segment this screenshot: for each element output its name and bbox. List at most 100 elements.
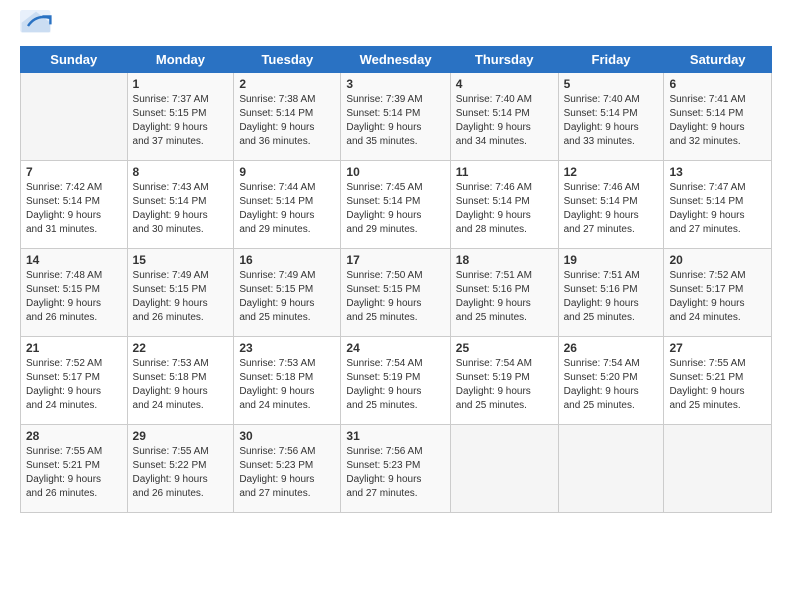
day-number: 25 (456, 341, 553, 355)
dow-header-wednesday: Wednesday (341, 47, 450, 73)
calendar-cell (21, 73, 128, 161)
calendar-week-3: 14Sunrise: 7:48 AMSunset: 5:15 PMDayligh… (21, 249, 772, 337)
page-container: SundayMondayTuesdayWednesdayThursdayFrid… (0, 0, 792, 523)
day-info: Sunrise: 7:38 AMSunset: 5:14 PMDaylight:… (239, 93, 335, 149)
calendar-cell: 31 Sunrise: 7:56 AMSunset: 5:23 PMDayligh… (341, 425, 450, 513)
day-info: Sunrise: 7:56 AMSunset: 5:23 PMDaylight:… (346, 445, 444, 501)
calendar-cell: 5 Sunrise: 7:40 AMSunset: 5:14 PMDaylight… (558, 73, 664, 161)
day-number: 12 (564, 165, 659, 179)
day-info: Sunrise: 7:40 AMSunset: 5:14 PMDaylight:… (456, 93, 553, 149)
day-info: Sunrise: 7:54 AMSunset: 5:19 PMDaylight:… (346, 357, 444, 413)
logo-icon (20, 10, 52, 38)
calendar-cell (664, 425, 772, 513)
calendar-cell: 4 Sunrise: 7:40 AMSunset: 5:14 PMDaylight… (450, 73, 558, 161)
calendar-week-2: 7Sunrise: 7:42 AMSunset: 5:14 PMDaylight… (21, 161, 772, 249)
day-number: 9 (239, 165, 335, 179)
calendar-cell: 12 Sunrise: 7:46 AMSunset: 5:14 PMDayligh… (558, 161, 664, 249)
day-info: Sunrise: 7:44 AMSunset: 5:14 PMDaylight:… (239, 181, 335, 237)
day-number: 11 (456, 165, 553, 179)
day-number: 6 (669, 77, 766, 91)
day-number: 5 (564, 77, 659, 91)
header (20, 10, 772, 38)
calendar-week-4: 21Sunrise: 7:52 AMSunset: 5:17 PMDayligh… (21, 337, 772, 425)
day-number: 4 (456, 77, 553, 91)
day-info: Sunrise: 7:41 AMSunset: 5:14 PMDaylight:… (669, 93, 766, 149)
day-number: 10 (346, 165, 444, 179)
calendar-cell (450, 425, 558, 513)
day-number: 18 (456, 253, 553, 267)
day-number: 22 (133, 341, 229, 355)
day-info: Sunrise: 7:47 AMSunset: 5:14 PMDaylight:… (669, 181, 766, 237)
day-info: Sunrise: 7:43 AMSunset: 5:14 PMDaylight:… (133, 181, 229, 237)
calendar-body: 1 Sunrise: 7:37 AMSunset: 5:15 PMDaylight… (21, 73, 772, 513)
calendar-cell: 27Sunrise: 7:55 AMSunset: 5:21 PMDayligh… (664, 337, 772, 425)
day-info: Sunrise: 7:46 AMSunset: 5:14 PMDaylight:… (456, 181, 553, 237)
day-number: 27 (669, 341, 766, 355)
day-number: 31 (346, 429, 444, 443)
day-info: Sunrise: 7:48 AMSunset: 5:15 PMDaylight:… (26, 269, 122, 325)
day-of-week-header-row: SundayMondayTuesdayWednesdayThursdayFrid… (21, 47, 772, 73)
day-info: Sunrise: 7:49 AMSunset: 5:15 PMDaylight:… (133, 269, 229, 325)
day-info: Sunrise: 7:51 AMSunset: 5:16 PMDaylight:… (564, 269, 659, 325)
day-number: 8 (133, 165, 229, 179)
day-number: 1 (133, 77, 229, 91)
day-info: Sunrise: 7:52 AMSunset: 5:17 PMDaylight:… (26, 357, 122, 413)
calendar-cell: 18 Sunrise: 7:51 AMSunset: 5:16 PMDayligh… (450, 249, 558, 337)
day-info: Sunrise: 7:40 AMSunset: 5:14 PMDaylight:… (564, 93, 659, 149)
calendar-week-1: 1 Sunrise: 7:37 AMSunset: 5:15 PMDaylight… (21, 73, 772, 161)
calendar-cell: 22 Sunrise: 7:53 AMSunset: 5:18 PMDayligh… (127, 337, 234, 425)
day-number: 23 (239, 341, 335, 355)
calendar-cell: 28Sunrise: 7:55 AMSunset: 5:21 PMDayligh… (21, 425, 128, 513)
dow-header-monday: Monday (127, 47, 234, 73)
day-info: Sunrise: 7:54 AMSunset: 5:20 PMDaylight:… (564, 357, 659, 413)
day-number: 7 (26, 165, 122, 179)
calendar-cell: 9 Sunrise: 7:44 AMSunset: 5:14 PMDaylight… (234, 161, 341, 249)
dow-header-thursday: Thursday (450, 47, 558, 73)
calendar-cell (558, 425, 664, 513)
calendar-cell: 23 Sunrise: 7:53 AMSunset: 5:18 PMDayligh… (234, 337, 341, 425)
day-number: 17 (346, 253, 444, 267)
calendar-cell: 26 Sunrise: 7:54 AMSunset: 5:20 PMDayligh… (558, 337, 664, 425)
calendar-cell: 13 Sunrise: 7:47 AMSunset: 5:14 PMDayligh… (664, 161, 772, 249)
calendar-cell: 16 Sunrise: 7:49 AMSunset: 5:15 PMDayligh… (234, 249, 341, 337)
dow-header-saturday: Saturday (664, 47, 772, 73)
day-info: Sunrise: 7:51 AMSunset: 5:16 PMDaylight:… (456, 269, 553, 325)
day-number: 2 (239, 77, 335, 91)
day-number: 26 (564, 341, 659, 355)
day-info: Sunrise: 7:53 AMSunset: 5:18 PMDaylight:… (133, 357, 229, 413)
day-info: Sunrise: 7:52 AMSunset: 5:17 PMDaylight:… (669, 269, 766, 325)
calendar-cell: 8 Sunrise: 7:43 AMSunset: 5:14 PMDaylight… (127, 161, 234, 249)
logo (20, 10, 56, 38)
dow-header-tuesday: Tuesday (234, 47, 341, 73)
calendar-week-5: 28Sunrise: 7:55 AMSunset: 5:21 PMDayligh… (21, 425, 772, 513)
calendar-table: SundayMondayTuesdayWednesdayThursdayFrid… (20, 46, 772, 513)
day-info: Sunrise: 7:55 AMSunset: 5:22 PMDaylight:… (133, 445, 229, 501)
calendar-cell: 19 Sunrise: 7:51 AMSunset: 5:16 PMDayligh… (558, 249, 664, 337)
calendar-cell: 29 Sunrise: 7:55 AMSunset: 5:22 PMDayligh… (127, 425, 234, 513)
calendar-cell: 20Sunrise: 7:52 AMSunset: 5:17 PMDayligh… (664, 249, 772, 337)
day-number: 13 (669, 165, 766, 179)
day-info: Sunrise: 7:50 AMSunset: 5:15 PMDaylight:… (346, 269, 444, 325)
dow-header-sunday: Sunday (21, 47, 128, 73)
day-info: Sunrise: 7:49 AMSunset: 5:15 PMDaylight:… (239, 269, 335, 325)
day-info: Sunrise: 7:39 AMSunset: 5:14 PMDaylight:… (346, 93, 444, 149)
calendar-cell: 6 Sunrise: 7:41 AMSunset: 5:14 PMDaylight… (664, 73, 772, 161)
calendar-cell: 30Sunrise: 7:56 AMSunset: 5:23 PMDayligh… (234, 425, 341, 513)
calendar-cell: 21Sunrise: 7:52 AMSunset: 5:17 PMDayligh… (21, 337, 128, 425)
day-info: Sunrise: 7:45 AMSunset: 5:14 PMDaylight:… (346, 181, 444, 237)
day-info: Sunrise: 7:37 AMSunset: 5:15 PMDaylight:… (133, 93, 229, 149)
calendar-cell: 24Sunrise: 7:54 AMSunset: 5:19 PMDayligh… (341, 337, 450, 425)
day-info: Sunrise: 7:56 AMSunset: 5:23 PMDaylight:… (239, 445, 335, 501)
day-number: 15 (133, 253, 229, 267)
day-number: 16 (239, 253, 335, 267)
day-number: 19 (564, 253, 659, 267)
day-info: Sunrise: 7:53 AMSunset: 5:18 PMDaylight:… (239, 357, 335, 413)
calendar-cell: 10 Sunrise: 7:45 AMSunset: 5:14 PMDayligh… (341, 161, 450, 249)
calendar-cell: 25Sunrise: 7:54 AMSunset: 5:19 PMDayligh… (450, 337, 558, 425)
calendar-cell: 15 Sunrise: 7:49 AMSunset: 5:15 PMDayligh… (127, 249, 234, 337)
day-info: Sunrise: 7:46 AMSunset: 5:14 PMDaylight:… (564, 181, 659, 237)
calendar-cell: 7Sunrise: 7:42 AMSunset: 5:14 PMDaylight… (21, 161, 128, 249)
calendar-cell: 3Sunrise: 7:39 AMSunset: 5:14 PMDaylight… (341, 73, 450, 161)
day-number: 29 (133, 429, 229, 443)
day-info: Sunrise: 7:55 AMSunset: 5:21 PMDaylight:… (26, 445, 122, 501)
